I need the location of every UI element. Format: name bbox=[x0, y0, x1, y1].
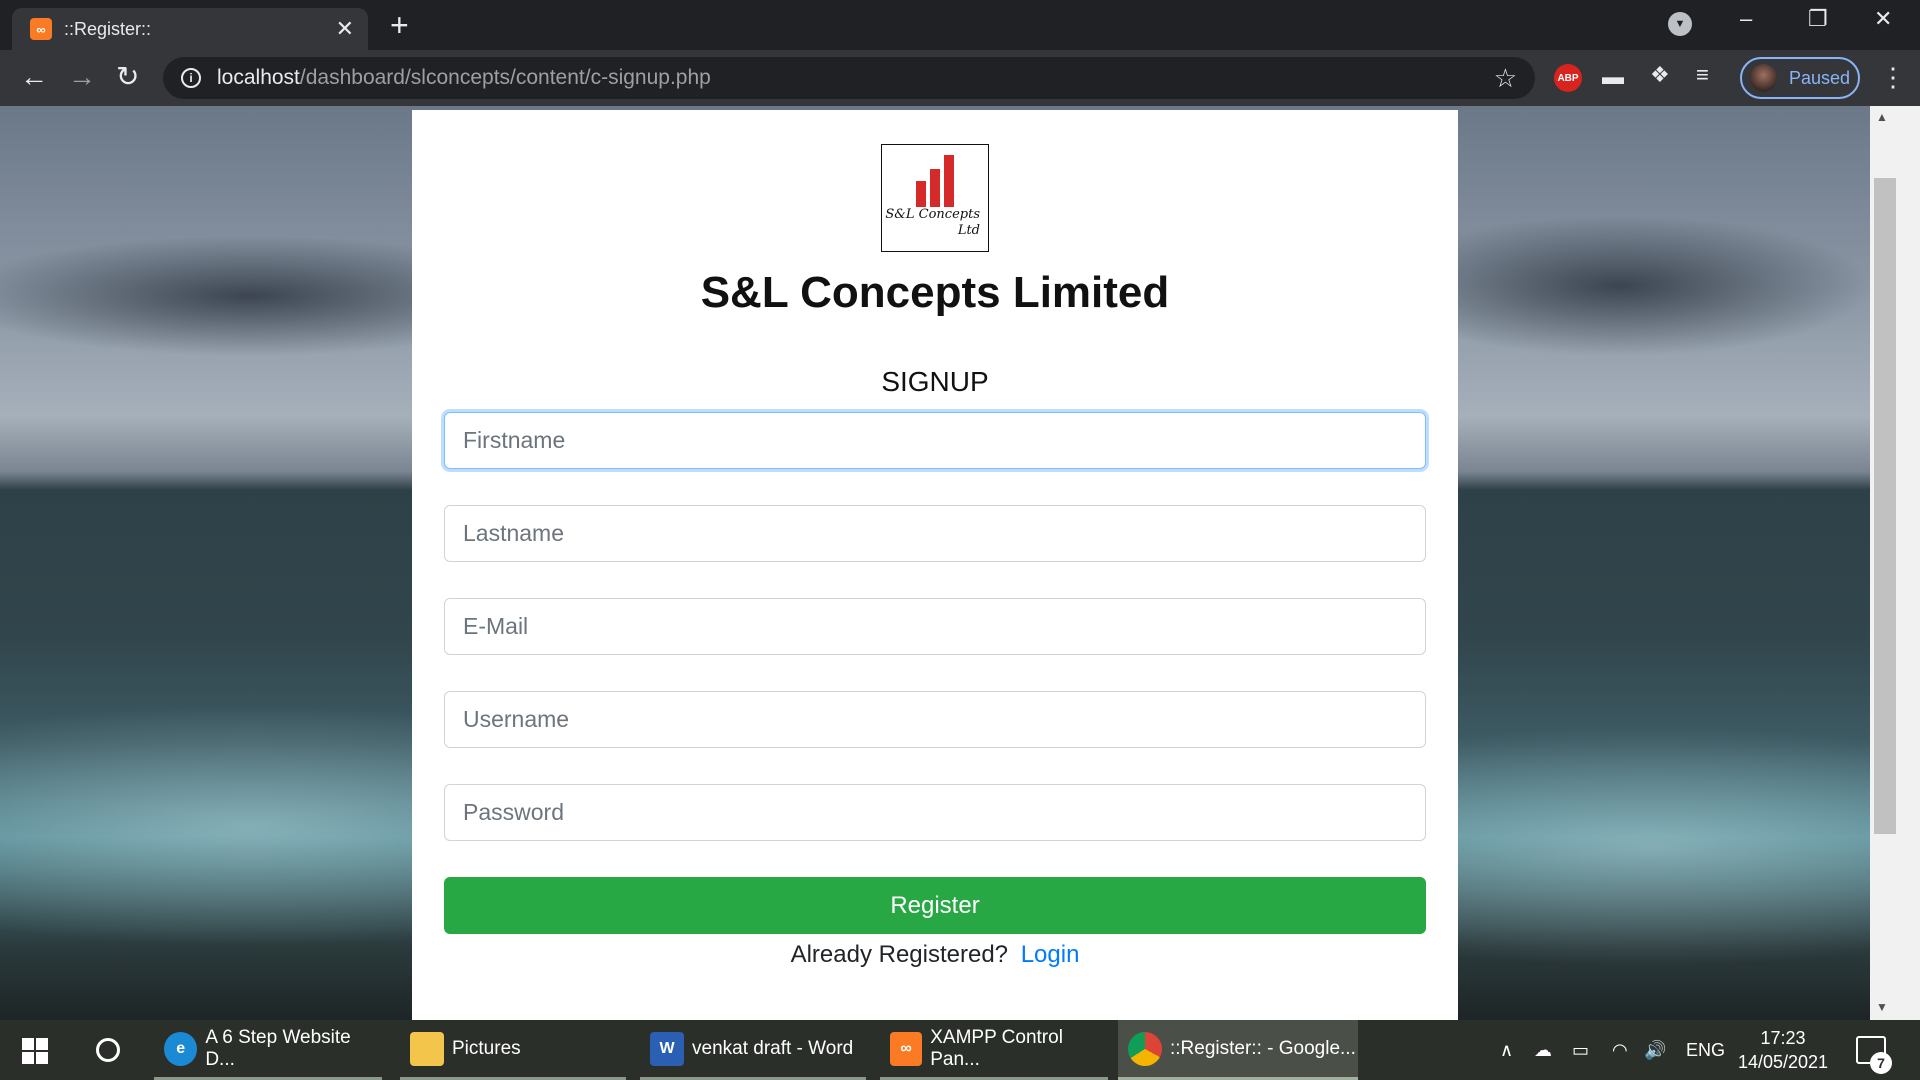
logo-text-line1: S&L Concepts bbox=[885, 207, 980, 222]
scroll-thumb[interactable] bbox=[1874, 178, 1896, 834]
url-path: /dashboard/slconcepts/content/c-signup.p… bbox=[299, 66, 711, 89]
word-icon: W bbox=[650, 1031, 684, 1066]
windows-taskbar: e A 6 Step Website D... Pictures W venka… bbox=[0, 1020, 1920, 1080]
tab-title: ::Register:: bbox=[64, 18, 152, 39]
username-input[interactable] bbox=[444, 691, 1426, 748]
company-logo: S&L Concepts Ltd bbox=[881, 144, 989, 252]
taskbar-item-xampp[interactable]: ∞ XAMPP Control Pan... bbox=[880, 1020, 1108, 1080]
puzzle-extensions-icon[interactable]: ❖ bbox=[1650, 62, 1670, 88]
bookmark-star-icon[interactable]: ☆ bbox=[1494, 63, 1517, 94]
language-indicator[interactable]: ENG bbox=[1686, 1020, 1725, 1080]
folder-icon bbox=[410, 1031, 444, 1066]
edge-icon: e bbox=[164, 1031, 198, 1066]
logo-text-line2: Ltd bbox=[957, 223, 980, 238]
back-button[interactable]: ← bbox=[20, 62, 48, 92]
minimize-icon[interactable]: – bbox=[1740, 6, 1752, 32]
adblock-plus-icon[interactable]: ABP bbox=[1554, 64, 1582, 92]
notification-count-badge: 7 bbox=[1870, 1052, 1892, 1074]
page-viewport: S&L Concepts Ltd S&L Concepts Limited SI… bbox=[0, 106, 1870, 1020]
reading-list-icon[interactable]: ≡ bbox=[1696, 62, 1709, 88]
chrome-icon bbox=[1128, 1031, 1162, 1066]
show-hidden-icons-icon[interactable]: ∧ bbox=[1500, 1020, 1513, 1080]
password-input[interactable] bbox=[444, 784, 1426, 841]
url-host: localhost bbox=[217, 66, 300, 89]
clock-time: 17:23 bbox=[1760, 1028, 1806, 1048]
login-link[interactable]: Login bbox=[1021, 941, 1080, 968]
browser-menu-icon[interactable]: ⋮ bbox=[1880, 62, 1906, 93]
taskbar-item-pictures[interactable]: Pictures bbox=[400, 1020, 626, 1080]
restore-icon[interactable]: ❐ bbox=[1808, 6, 1828, 32]
close-tab-icon[interactable]: ✕ bbox=[336, 16, 354, 42]
site-info-icon[interactable]: i bbox=[181, 68, 201, 88]
taskbar-item-chrome[interactable]: ::Register:: - Google... bbox=[1118, 1020, 1358, 1080]
new-tab-button[interactable]: + bbox=[390, 9, 409, 41]
profile-button[interactable]: Paused bbox=[1740, 57, 1860, 99]
xampp-icon: ∞ bbox=[30, 18, 52, 40]
firstname-input[interactable] bbox=[444, 412, 1426, 469]
system-clock[interactable]: 17:23 14/05/2021 bbox=[1728, 1026, 1838, 1074]
login-prompt: Already Registered? bbox=[790, 941, 1009, 968]
browser-toolbar: ← → ↻ i localhost /dashboard/slconcepts/… bbox=[0, 50, 1920, 106]
clock-date: 14/05/2021 bbox=[1737, 1052, 1829, 1072]
profile-label: Paused bbox=[1788, 67, 1850, 88]
wifi-icon[interactable]: ◠ bbox=[1612, 1020, 1628, 1080]
email-input[interactable] bbox=[444, 598, 1426, 655]
browser-tab-bar: ∞ ::Register:: ✕ + ▼ – ❐ ✕ bbox=[0, 0, 1920, 50]
lastname-input[interactable] bbox=[444, 505, 1426, 562]
onedrive-icon[interactable]: ☁ bbox=[1534, 1020, 1552, 1080]
page-scrollbar[interactable]: ▲ ▼ bbox=[1870, 106, 1920, 1020]
reload-button[interactable]: ↻ bbox=[116, 62, 139, 92]
close-window-icon[interactable]: ✕ bbox=[1874, 6, 1892, 32]
forward-button[interactable]: → bbox=[68, 62, 96, 92]
form-title: SIGNUP bbox=[881, 366, 989, 397]
address-bar[interactable]: i localhost /dashboard/slconcepts/conten… bbox=[163, 57, 1535, 99]
taskbar-item-word[interactable]: W venkat draft - Word bbox=[640, 1020, 866, 1080]
xampp-icon: ∞ bbox=[890, 1031, 923, 1066]
scroll-up-icon[interactable]: ▲ bbox=[1876, 110, 1888, 124]
taskbar-item-edge[interactable]: e A 6 Step Website D... bbox=[154, 1020, 382, 1080]
register-button[interactable]: Register bbox=[444, 877, 1426, 934]
bar-chart-logo-icon bbox=[916, 155, 960, 207]
avatar bbox=[1750, 64, 1777, 92]
login-line: Already Registered? Login bbox=[412, 941, 1458, 969]
tab-search-button[interactable]: ▼ bbox=[1668, 12, 1692, 36]
browser-tab[interactable]: ∞ ::Register:: ✕ bbox=[12, 8, 368, 50]
signup-card: S&L Concepts Ltd S&L Concepts Limited SI… bbox=[412, 110, 1458, 1020]
battery-icon[interactable]: ▭ bbox=[1572, 1020, 1589, 1080]
windows-start-icon[interactable] bbox=[22, 1038, 48, 1064]
company-name: S&L Concepts Limited bbox=[700, 268, 1170, 317]
cast-icon[interactable]: ▬ bbox=[1602, 64, 1624, 90]
scroll-down-icon[interactable]: ▼ bbox=[1876, 1000, 1888, 1014]
cortana-search-icon[interactable] bbox=[96, 1038, 120, 1062]
volume-icon[interactable]: 🔊 bbox=[1644, 1020, 1666, 1080]
